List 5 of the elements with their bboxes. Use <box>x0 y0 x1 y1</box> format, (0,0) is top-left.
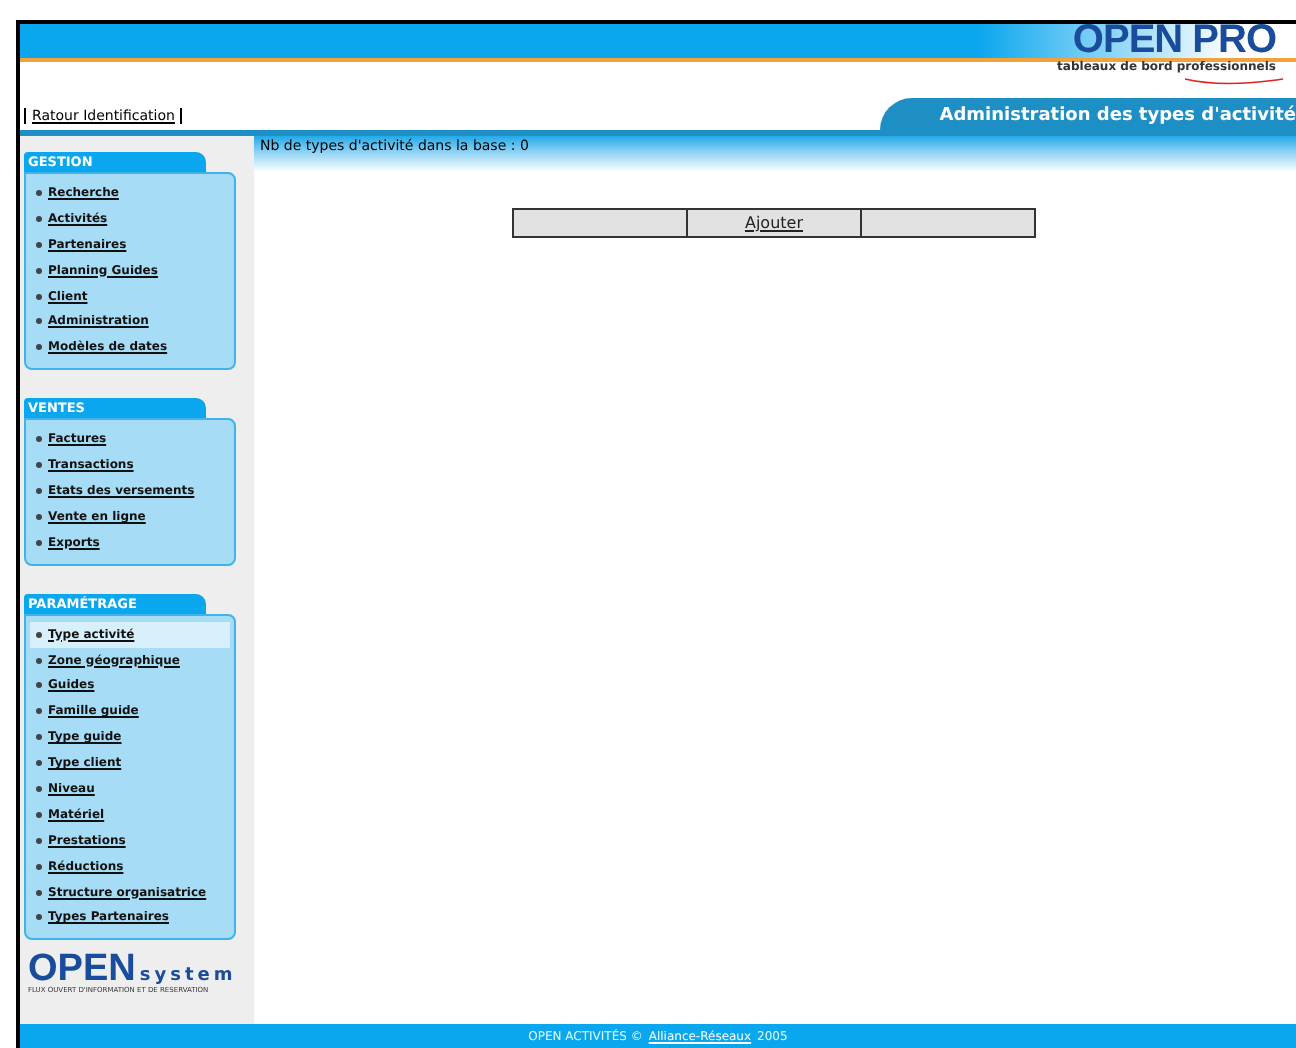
brand-suffix: system <box>139 966 237 987</box>
page-title: Administration des types d'activité <box>879 98 1296 130</box>
add-button[interactable]: Ajouter <box>686 208 862 238</box>
logo-title: OPEN PRO <box>1072 20 1276 60</box>
brand-logo: OPEN <box>28 952 136 987</box>
